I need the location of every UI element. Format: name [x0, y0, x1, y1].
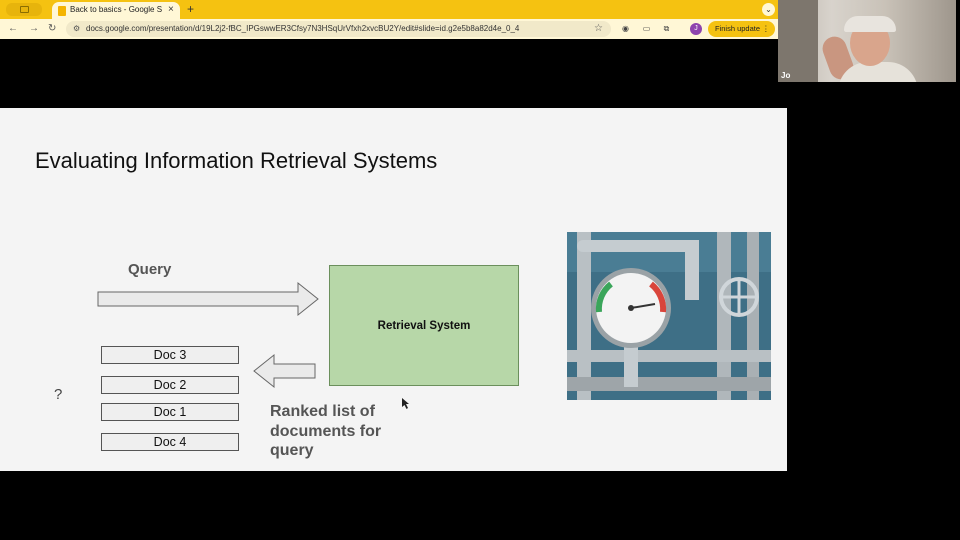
puzzle-extensions-icon[interactable]: ⧉ — [661, 23, 672, 34]
presentation-slide: Evaluating Information Retrieval Systems… — [0, 108, 787, 471]
doc-item: Doc 1 — [101, 403, 239, 421]
browser-tab-bar: Back to basics - Google Slides × + ⌄ — [0, 0, 778, 19]
retrieval-system-label: Retrieval System — [377, 320, 471, 332]
bookmark-star-icon[interactable]: ☆ — [594, 22, 603, 36]
query-arrow-icon — [97, 281, 319, 317]
webcam-video: Jo — [778, 0, 956, 82]
results-arrow-icon — [253, 353, 316, 389]
mouse-cursor-icon — [402, 398, 409, 409]
site-info-icon[interactable]: ⚙ — [73, 24, 80, 34]
url-text: docs.google.com/presentation/d/19L2j2-fB… — [86, 24, 520, 33]
retrieval-system-box: Retrieval System — [329, 265, 519, 386]
forward-icon[interactable]: → — [29, 21, 39, 37]
tab-previous[interactable] — [6, 3, 42, 16]
media-icon[interactable]: ▭ — [641, 23, 652, 34]
address-bar[interactable]: ⚙ docs.google.com/presentation/d/19L2j2-… — [66, 21, 611, 37]
doc-item: Doc 4 — [101, 433, 239, 451]
reload-icon[interactable]: ↻ — [48, 21, 56, 37]
browser-toolbar: ← → ↻ ⚙ docs.google.com/presentation/d/1… — [0, 19, 778, 39]
profile-avatar[interactable]: J — [690, 23, 702, 35]
pressure-gauge-image — [567, 232, 771, 400]
slide-title: Evaluating Information Retrieval Systems — [35, 148, 438, 173]
doc-item: Doc 3 — [101, 346, 239, 364]
tab-active[interactable]: Back to basics - Google Slides × — [52, 2, 180, 19]
ranked-list-label: Ranked list of documents for query — [270, 403, 382, 459]
back-icon[interactable]: ← — [8, 21, 18, 37]
new-tab-button[interactable]: + — [187, 2, 194, 16]
query-label: Query — [128, 261, 172, 278]
finish-update-label: Finish update — [715, 24, 761, 33]
question-mark: ? — [54, 386, 63, 403]
extension-icon[interactable]: ◉ — [620, 23, 631, 34]
doc-item: Doc 2 — [101, 376, 239, 394]
participant-name: Jo — [781, 71, 791, 80]
finish-update-button[interactable]: Finish update ⋮ — [708, 21, 775, 37]
tab-search-icon[interactable]: ⌄ — [762, 3, 775, 16]
google-slides-icon — [58, 6, 66, 16]
window-icon — [20, 6, 29, 13]
tab-title: Back to basics - Google Slides — [70, 5, 162, 14]
tab-close-button[interactable]: × — [168, 4, 174, 16]
